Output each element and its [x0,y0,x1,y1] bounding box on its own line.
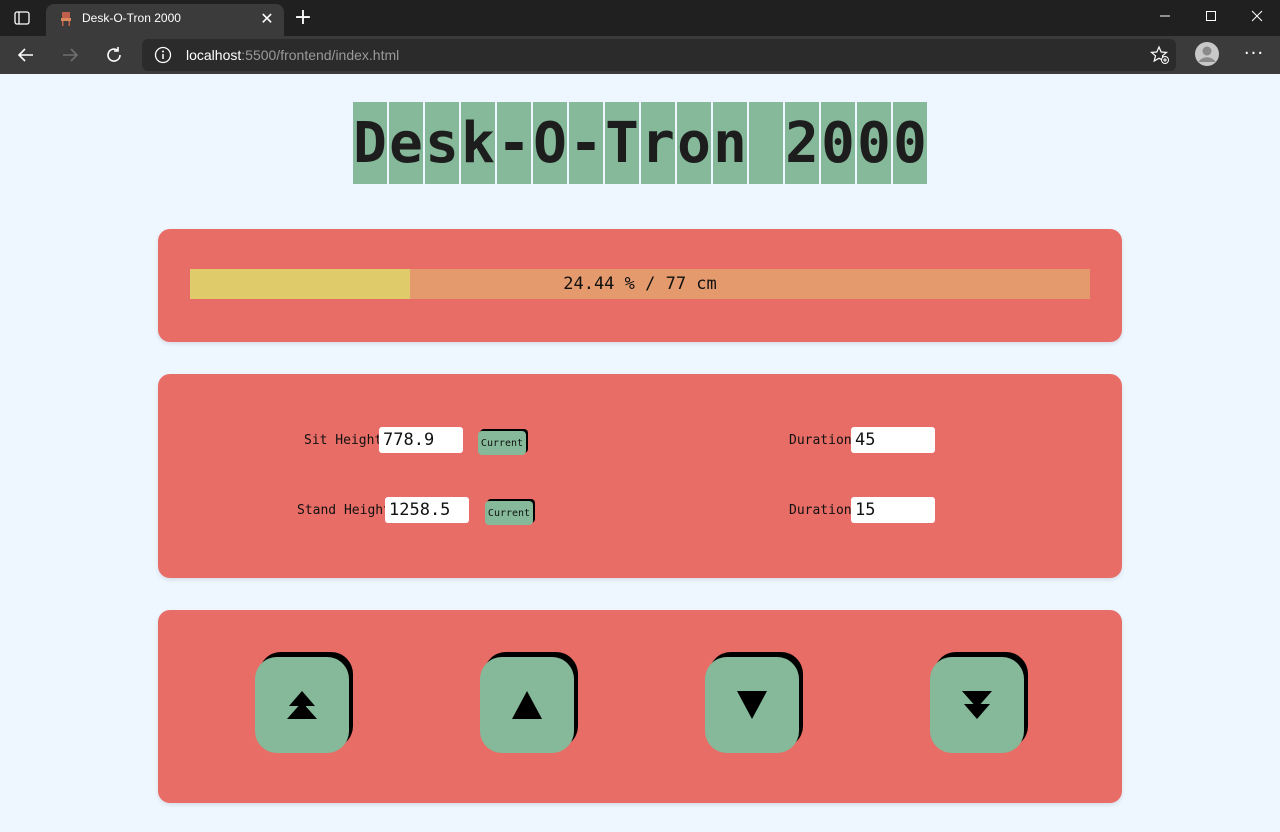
browser-toolbar: localhost:5500/frontend/index.html ··· [0,36,1280,74]
stand-duration-label: Duration [789,503,852,518]
title-letter: o [677,102,711,184]
browser-tab[interactable]: Desk-O-Tron 2000 ✕ [46,4,284,36]
sit-height-label: Sit Height [304,433,383,448]
move-to-sit-button[interactable] [930,657,1024,753]
title-letter: - [497,102,531,184]
title-letter: D [353,102,387,184]
title-letter: e [389,102,423,184]
app-page: Desk-O-Tron 2000 24.44 % / 77 cm Sit Hei… [0,74,1280,832]
add-favorite-icon[interactable] [1150,45,1170,65]
url-host: localhost [186,47,242,63]
move-to-stand-button[interactable] [255,657,349,753]
refresh-icon[interactable] [98,39,130,71]
forward-icon[interactable] [54,39,86,71]
height-progress-label: 24.44 % / 77 cm [563,274,717,294]
chair-favicon-icon [61,12,71,26]
close-window-icon[interactable] [1234,0,1280,32]
profile-avatar-icon[interactable] [1194,41,1220,67]
title-letter: 0 [857,102,891,184]
title-letter [749,102,783,184]
close-tab-icon[interactable]: ✕ [258,10,276,28]
double-down-icon [962,691,992,719]
title-letter: T [605,102,639,184]
title-letter: 0 [821,102,855,184]
back-icon[interactable] [10,39,42,71]
sit-duration-label: Duration [789,433,852,448]
height-progress-bar: 24.44 % / 77 cm [190,269,1090,299]
maximize-icon[interactable] [1188,0,1234,32]
url-path: :5500/frontend/index.html [241,47,400,63]
site-info-icon[interactable] [154,46,172,64]
double-up-icon [287,691,317,719]
stand-height-input[interactable] [385,497,469,523]
title-letter: k [461,102,495,184]
down-icon [737,691,767,719]
tab-title: Desk-O-Tron 2000 [82,11,181,25]
minimize-icon[interactable] [1142,0,1188,32]
new-tab-icon[interactable]: + [292,7,314,29]
move-up-button[interactable] [480,657,574,753]
stand-duration-input[interactable] [851,497,935,523]
presets-panel: Sit Height Current Stand Height Current … [158,374,1122,578]
move-down-button[interactable] [705,657,799,753]
title-letter: - [569,102,603,184]
sit-height-input[interactable] [379,427,463,453]
address-bar[interactable]: localhost:5500/frontend/index.html [142,39,1176,71]
title-letter: r [641,102,675,184]
tab-actions-icon[interactable] [8,6,36,30]
more-options-icon[interactable]: ··· [1238,39,1270,71]
app-title: Desk-O-Tron 2000 [353,102,929,184]
title-letter: s [425,102,459,184]
up-icon [512,691,542,719]
stand-current-button[interactable]: Current [485,501,533,525]
stand-height-label: Stand Height [297,503,391,518]
url-text: localhost:5500/frontend/index.html [186,47,399,63]
title-letter: 0 [893,102,927,184]
title-letter: n [713,102,747,184]
desk-controls-panel [158,610,1122,803]
sit-duration-input[interactable] [851,427,935,453]
sit-current-button[interactable]: Current [478,431,526,455]
browser-titlebar: Desk-O-Tron 2000 ✕ + [0,0,1280,36]
title-letter: 2 [785,102,819,184]
height-progress-panel: 24.44 % / 77 cm [158,229,1122,342]
title-letter: O [533,102,567,184]
